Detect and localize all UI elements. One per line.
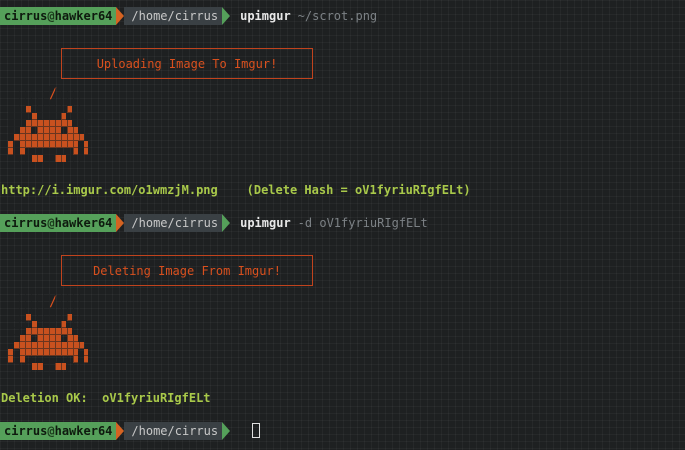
prompt-separator-icon [116, 7, 125, 25]
prompt-path: /home/cirrus [124, 422, 223, 440]
command-program: upimgur [240, 9, 291, 23]
terminal-cursor[interactable] [252, 423, 260, 438]
prompt-separator-icon [222, 214, 231, 232]
delete-result-line: Deletion OK: oV1fyriuRIgfELt [1, 391, 211, 405]
shell-prompt: cirrus@hawker64 /home/cirrus upimgur -d … [0, 214, 428, 232]
upload-banner: Uploading Image To Imgur! [61, 48, 313, 79]
invader-sprite [8, 294, 88, 376]
delete-banner: Deleting Image From Imgur! [61, 255, 313, 286]
prompt-user-host: cirrus@hawker64 [0, 422, 117, 440]
prompt-path: /home/cirrus [124, 214, 223, 232]
prompt-separator-icon [116, 422, 125, 440]
upload-result-line: http://i.imgur.com/o1wmzjM.png (Delete H… [1, 183, 471, 197]
prompt-user-host: cirrus@hawker64 [0, 7, 117, 25]
shell-prompt: cirrus@hawker64 /home/cirrus upimgur ~/s… [0, 7, 377, 25]
shell-prompt: cirrus@hawker64 /home/cirrus [0, 422, 231, 440]
prompt-user-host: cirrus@hawker64 [0, 214, 117, 232]
command-program: upimgur [240, 216, 291, 230]
prompt-separator-icon [116, 214, 125, 232]
command-argument: ~/scrot.png [297, 9, 378, 23]
invader-sprite [8, 86, 88, 168]
command-argument: -d oV1fyriuRIgfELt [297, 216, 428, 230]
prompt-path: /home/cirrus [124, 7, 223, 25]
prompt-separator-icon [222, 7, 231, 25]
prompt-separator-icon [222, 422, 231, 440]
